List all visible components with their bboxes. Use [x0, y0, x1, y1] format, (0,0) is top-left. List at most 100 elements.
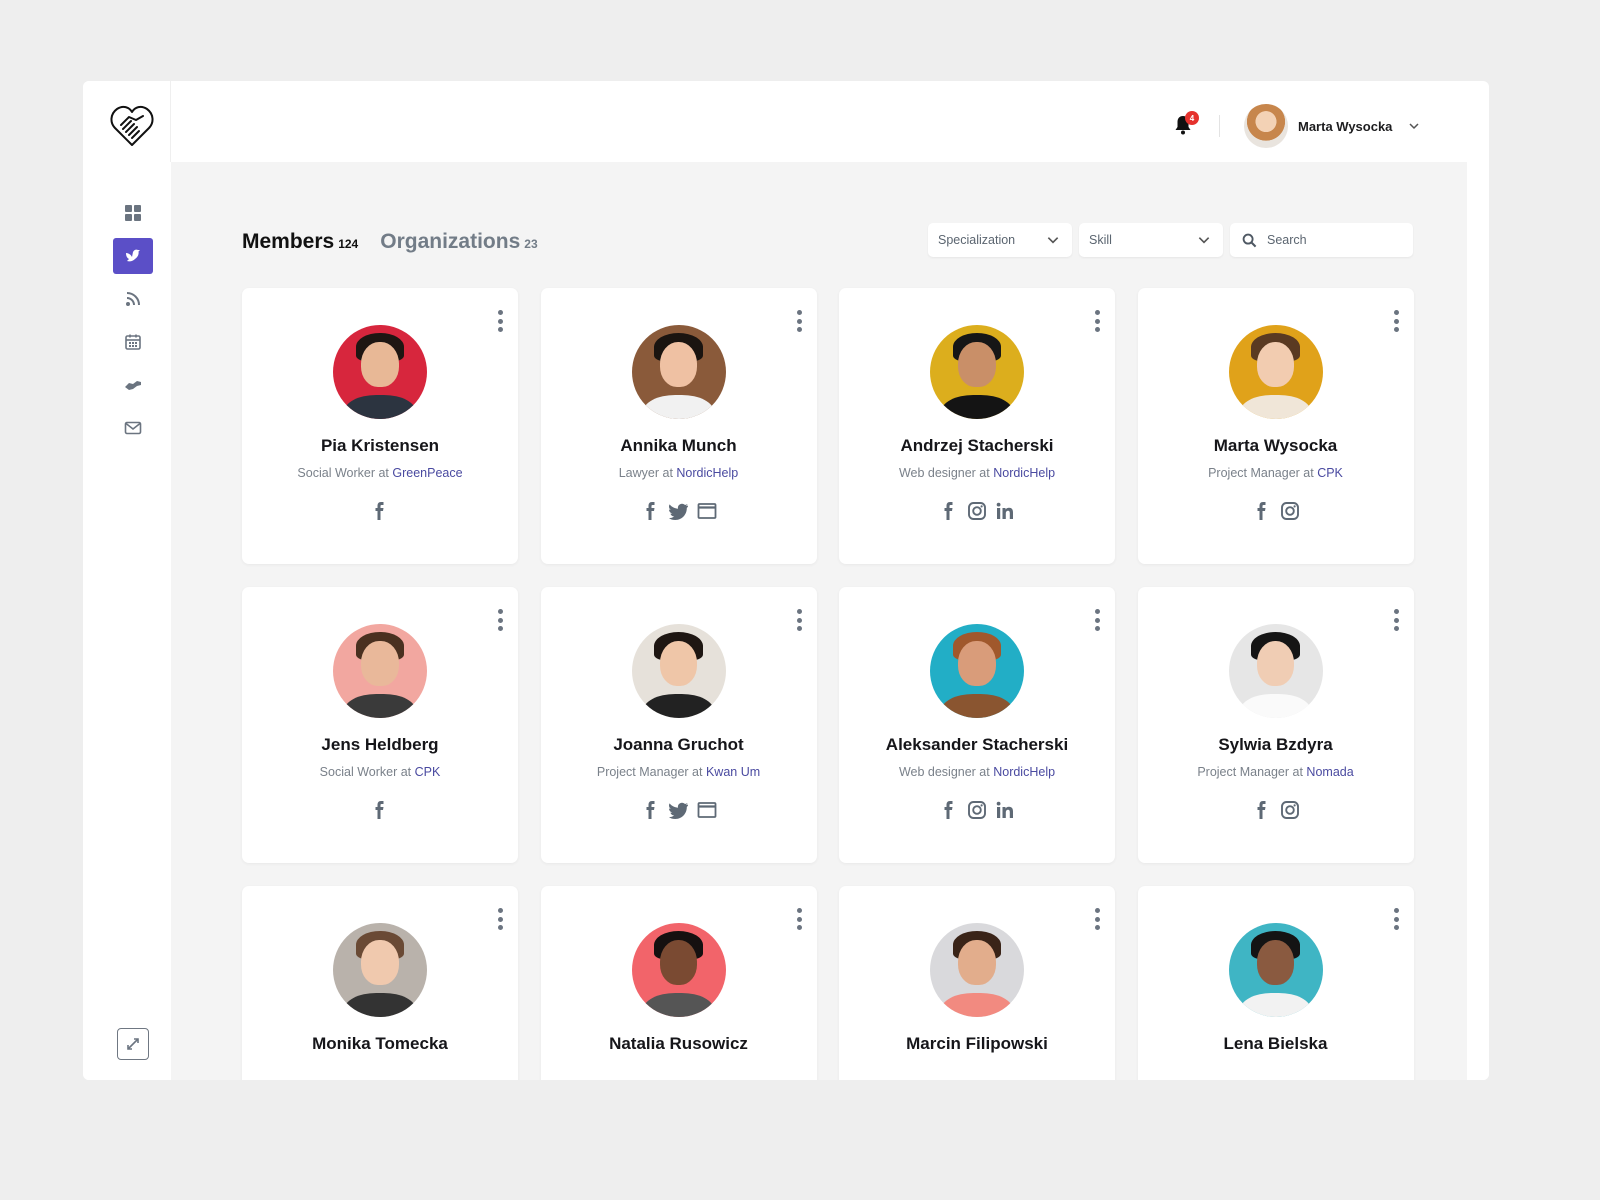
member-card[interactable]: Lena Bielska: [1137, 886, 1414, 1080]
member-role: Social Worker at CPK: [242, 765, 518, 779]
member-card[interactable]: Sylwia Bzdyra Project Manager at Nomada: [1137, 587, 1414, 863]
social-links: [541, 799, 817, 821]
sidebar-item-feed[interactable]: [113, 281, 153, 317]
organization-link[interactable]: NordicHelp: [993, 765, 1055, 779]
member-name[interactable]: Lena Bielska: [1138, 1034, 1414, 1054]
role-text: Web designer at: [898, 466, 994, 480]
facebook-icon[interactable]: [370, 800, 390, 820]
organization-link[interactable]: Nomada: [1306, 765, 1353, 779]
chevron-down-icon: [1409, 123, 1419, 130]
sidebar-item-members[interactable]: [113, 238, 153, 274]
scrollbar-track[interactable]: [1467, 162, 1489, 1080]
organization-link[interactable]: NordicHelp: [993, 466, 1055, 480]
handshake-heart-logo-icon[interactable]: [109, 103, 155, 149]
member-name[interactable]: Natalia Rusowicz: [541, 1034, 817, 1054]
social-links: [541, 1074, 817, 1080]
more-options-icon[interactable]: [1095, 609, 1101, 631]
facebook-icon[interactable]: [939, 501, 959, 521]
more-options-icon[interactable]: [1095, 908, 1101, 930]
member-card[interactable]: Jens Heldberg Social Worker at CPK: [242, 587, 518, 863]
more-options-icon[interactable]: [498, 310, 504, 332]
facebook-icon[interactable]: [939, 800, 959, 820]
facebook-icon[interactable]: [641, 800, 661, 820]
member-role: Project Manager at Nomada: [1138, 765, 1414, 779]
member-name[interactable]: Pia Kristensen: [242, 436, 518, 456]
member-card[interactable]: Natalia Rusowicz: [540, 886, 817, 1080]
social-links: [242, 1074, 518, 1080]
member-name[interactable]: Jens Heldberg: [242, 735, 518, 755]
organization-link[interactable]: CPK: [1317, 466, 1343, 480]
member-card[interactable]: Andrzej Stacherski Web designer at Nordi…: [839, 288, 1115, 564]
instagram-icon[interactable]: [967, 501, 987, 521]
member-role: Web designer at NordicHelp: [839, 466, 1115, 480]
website-icon[interactable]: [697, 800, 717, 820]
instagram-icon[interactable]: [1280, 501, 1300, 521]
member-card[interactable]: Pia Kristensen Social Worker at GreenPea…: [242, 288, 518, 564]
organization-link[interactable]: CPK: [415, 765, 441, 779]
more-options-icon[interactable]: [796, 310, 803, 332]
sidebar-item-dashboard[interactable]: [113, 195, 153, 231]
facebook-icon[interactable]: [1252, 501, 1272, 521]
more-options-icon[interactable]: [498, 609, 504, 631]
more-options-icon[interactable]: [1393, 908, 1400, 930]
more-options-icon[interactable]: [1393, 310, 1400, 332]
sidebar-item-partnerships[interactable]: [113, 367, 153, 403]
skill-dropdown[interactable]: Skill: [1079, 223, 1223, 257]
twitter-icon[interactable]: [668, 501, 689, 521]
organization-link[interactable]: GreenPeace: [392, 466, 462, 480]
facebook-icon[interactable]: [370, 501, 390, 521]
facebook-icon[interactable]: [1252, 800, 1272, 820]
member-card[interactable]: Aleksander Stacherski Web designer at No…: [839, 587, 1115, 863]
user-avatar: [1244, 104, 1288, 148]
member-card[interactable]: Annika Munch Lawyer at NordicHelp: [540, 288, 817, 564]
linkedin-icon[interactable]: [995, 501, 1015, 521]
member-card[interactable]: Marcin Filipowski: [839, 886, 1115, 1080]
organization-link[interactable]: NordicHelp: [676, 466, 738, 480]
tab-organizations[interactable]: Organizations 23: [380, 230, 537, 254]
organization-link[interactable]: Kwan Um: [706, 765, 760, 779]
mail-icon: [124, 421, 142, 435]
more-options-icon[interactable]: [1095, 310, 1101, 332]
user-menu[interactable]: Marta Wysocka: [1244, 104, 1420, 148]
more-options-icon[interactable]: [1393, 609, 1400, 631]
twitter-icon[interactable]: [668, 800, 689, 820]
member-avatar: [930, 624, 1024, 718]
linkedin-icon[interactable]: [995, 800, 1015, 820]
sidebar-item-calendar[interactable]: [113, 324, 153, 360]
member-card[interactable]: Monika Tomecka: [242, 886, 518, 1080]
social-links: [839, 1074, 1115, 1080]
member-role: Web designer at NordicHelp: [839, 765, 1115, 779]
member-card[interactable]: Marta Wysocka Project Manager at CPK: [1137, 288, 1414, 564]
rss-icon: [126, 292, 140, 306]
sidebar-item-messages[interactable]: [113, 410, 153, 446]
social-links: [1138, 799, 1414, 821]
member-avatar: [930, 923, 1024, 1017]
specialization-dropdown[interactable]: Specialization: [928, 223, 1072, 257]
role-text: Web designer at: [898, 765, 994, 779]
expand-button[interactable]: [117, 1028, 149, 1060]
member-avatar: [930, 325, 1024, 419]
instagram-icon[interactable]: [1280, 800, 1300, 820]
member-name[interactable]: Monika Tomecka: [242, 1034, 518, 1054]
filters: Specialization Skill: [928, 223, 1413, 257]
facebook-icon[interactable]: [641, 501, 661, 521]
member-name[interactable]: Andrzej Stacherski: [839, 436, 1115, 456]
member-name[interactable]: Sylwia Bzdyra: [1138, 735, 1414, 755]
member-name[interactable]: Joanna Gruchot: [541, 735, 817, 755]
member-name[interactable]: Annika Munch: [541, 436, 817, 456]
more-options-icon[interactable]: [498, 908, 504, 930]
tab-count: 124: [338, 237, 359, 251]
handshake-icon: [125, 381, 141, 390]
instagram-icon[interactable]: [967, 800, 987, 820]
tab-members[interactable]: Members 124: [242, 230, 358, 254]
member-name[interactable]: Marcin Filipowski: [839, 1034, 1115, 1054]
more-options-icon[interactable]: [796, 908, 803, 930]
member-avatar: [1228, 325, 1323, 419]
member-name[interactable]: Marta Wysocka: [1138, 436, 1414, 456]
search-input[interactable]: [1267, 233, 1397, 247]
social-links: [242, 799, 518, 821]
member-name[interactable]: Aleksander Stacherski: [839, 735, 1115, 755]
member-card[interactable]: Joanna Gruchot Project Manager at Kwan U…: [540, 587, 817, 863]
more-options-icon[interactable]: [796, 609, 803, 631]
website-icon[interactable]: [697, 501, 717, 521]
